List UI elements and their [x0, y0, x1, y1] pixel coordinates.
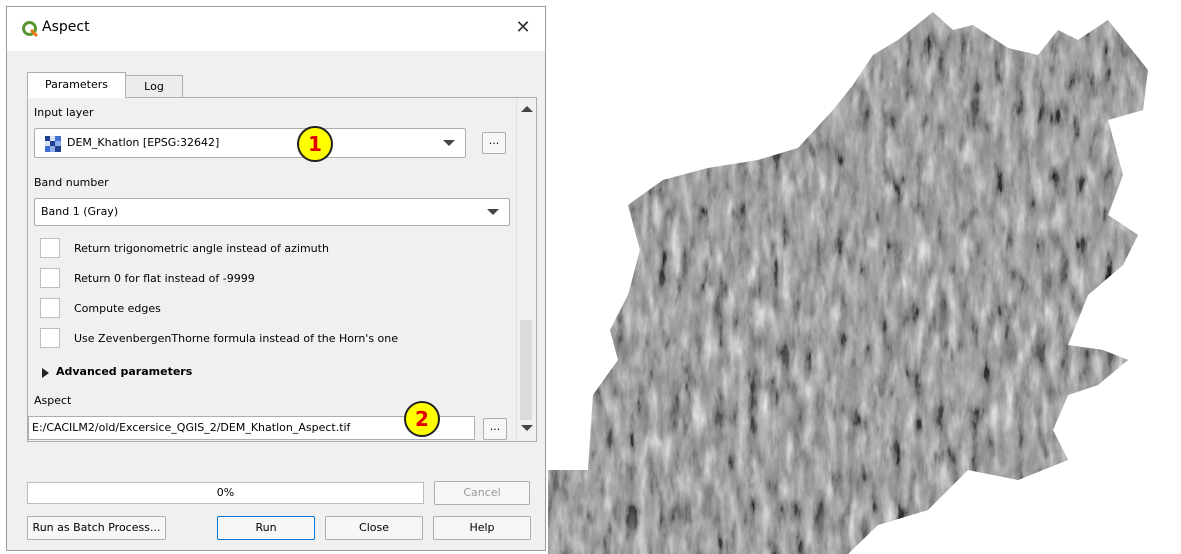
advanced-parameters-toggle[interactable]: Advanced parameters: [40, 364, 240, 382]
band-number-label: Band number: [34, 176, 109, 189]
checkbox-compute-edges[interactable]: [40, 298, 60, 318]
band-number-combo[interactable]: Band 1 (Gray): [34, 198, 510, 226]
cancel-button[interactable]: Cancel: [434, 481, 530, 505]
input-layer-label: Input layer: [34, 106, 94, 119]
scrollbar-thumb[interactable]: [520, 320, 532, 420]
tab-log[interactable]: Log: [125, 75, 183, 98]
checkbox-zero-flat[interactable]: [40, 268, 60, 288]
aspect-output-label: Aspect: [34, 394, 72, 407]
run-batch-button[interactable]: Run as Batch Process...: [27, 516, 166, 540]
chevron-down-icon: [443, 140, 455, 146]
output-browse-button[interactable]: ...: [483, 418, 507, 440]
input-layer-value: DEM_Khatlon [EPSG:32642]: [67, 136, 220, 149]
title-bar: Aspect ✕: [7, 7, 545, 51]
checkbox-trigonometric-label: Return trigonometric angle instead of az…: [74, 242, 329, 255]
terrain-image: [548, 12, 1148, 554]
caret-right-icon: [42, 368, 49, 378]
tab-parameters[interactable]: Parameters: [27, 72, 126, 98]
progress-text: 0%: [216, 486, 235, 499]
checkbox-zero-flat-label: Return 0 for flat instead of -9999: [74, 272, 255, 285]
parameters-scrollbar[interactable]: [516, 98, 536, 441]
band-number-value: Band 1 (Gray): [41, 205, 119, 218]
annotation-badge-2: 2: [404, 401, 440, 437]
scroll-down-icon[interactable]: [521, 425, 533, 431]
close-button[interactable]: Close: [325, 516, 423, 540]
dialog-title: Aspect: [42, 19, 90, 35]
progress-bar: 0%: [27, 482, 424, 504]
aspect-terrain-map: [548, 12, 1148, 554]
qgis-logo-icon: [22, 21, 38, 37]
raster-layer-icon: [45, 136, 61, 152]
close-icon[interactable]: ✕: [509, 15, 537, 41]
annotation-badge-1: 1: [297, 126, 333, 162]
parameters-panel: Input layer DEM_Khatlon [EPSG:32642] ...…: [27, 97, 537, 442]
help-button[interactable]: Help: [433, 516, 531, 540]
checkbox-trigonometric[interactable]: [40, 238, 60, 258]
checkbox-zevenbergen-label: Use ZevenbergenThorne formula instead of…: [74, 332, 399, 345]
aspect-output-value: E:/CACILM2/old/Excersice_QGIS_2/DEM_Khat…: [32, 421, 351, 434]
checkbox-zevenbergen[interactable]: [40, 328, 60, 348]
advanced-parameters-label: Advanced parameters: [56, 365, 193, 378]
input-layer-combo[interactable]: DEM_Khatlon [EPSG:32642]: [34, 128, 466, 158]
aspect-dialog: Aspect ✕ Parameters Log Input layer DEM_…: [6, 6, 546, 551]
checkbox-compute-edges-label: Compute edges: [74, 302, 161, 315]
input-layer-browse-button[interactable]: ...: [482, 132, 506, 154]
scroll-up-icon[interactable]: [521, 106, 533, 112]
run-button[interactable]: Run: [217, 516, 315, 540]
chevron-down-icon: [487, 209, 499, 215]
